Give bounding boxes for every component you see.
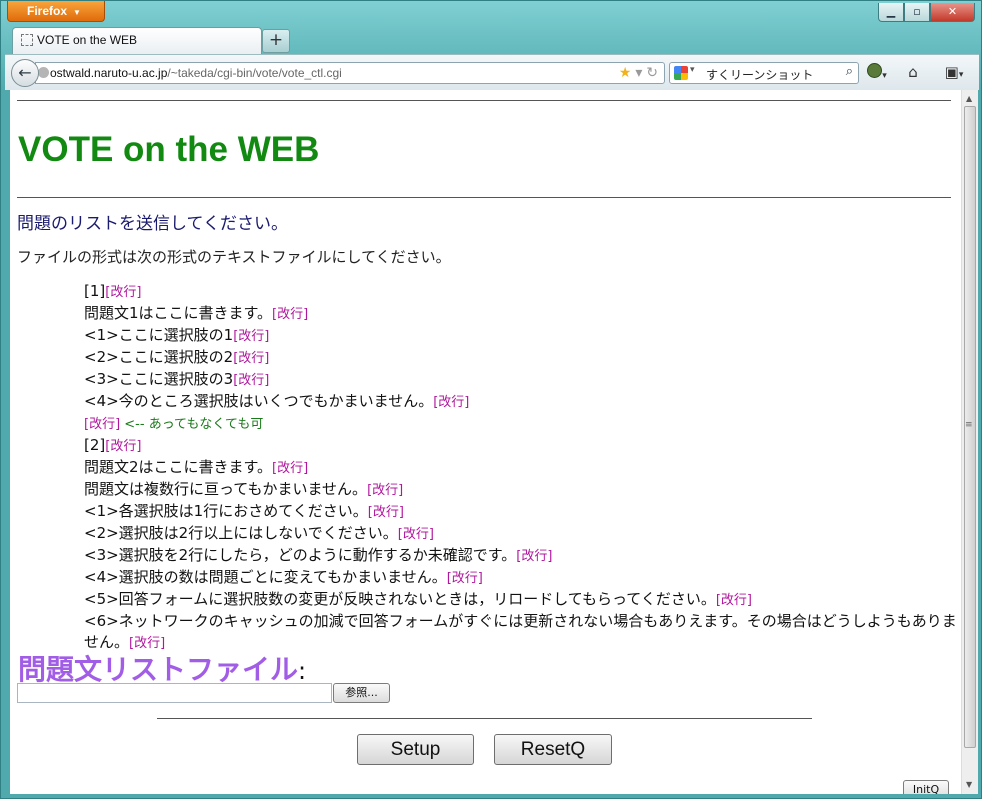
newline-marker: [改行] <box>272 307 309 322</box>
firefox-menu-button[interactable]: Firefox ▼ <box>7 1 105 22</box>
newline-marker: [改行] <box>233 329 270 344</box>
file-label: 問題文リストファイル: <box>18 653 307 686</box>
search-text: すくリーンショット <box>706 68 814 82</box>
sample-line: <5>回答フォームに選択肢数の変更が反映されないときは，リロードしてもらってくだ… <box>84 589 959 611</box>
maximize-button[interactable]: ▫ <box>904 3 930 22</box>
newline-marker: [改行] <box>105 285 142 300</box>
sample-line-text: 問題文1はここに書きます。 <box>84 304 273 322</box>
vertical-scrollbar[interactable]: ▲ ≡ ▼ <box>961 90 978 794</box>
page-title: VOTE on the WEB <box>18 130 320 169</box>
sample-format-block: [1][改行] 問題文1はここに書きます。[改行] <1>ここに選択肢の1[改行] <… <box>84 281 959 654</box>
dropdown-icon[interactable]: ▾ <box>635 64 642 80</box>
browser-window: Firefox ▼ ▁ ▫ ✕ VOTE on the WEB + ostwald… <box>0 0 982 799</box>
sample-line: [2][改行] <box>84 435 959 457</box>
newline-marker: [改行] <box>105 439 142 454</box>
sample-line: <2>選択肢は2行以上にはしないでください。[改行] <box>84 523 959 545</box>
url-host: ostwald.naruto-u.ac.jp <box>50 66 168 80</box>
scroll-up-icon[interactable]: ▲ <box>966 94 972 103</box>
sample-line: [改行] <-- あってもなくても可 <box>84 413 959 435</box>
url-bar[interactable]: ostwald.naruto-u.ac.jp/~takeda/cgi-bin/v… <box>35 62 665 84</box>
format-description: ファイルの形式は次の形式のテキストファイルにしてください。 <box>17 248 451 266</box>
sample-line-text: <3>ここに選択肢の3 <box>84 370 234 388</box>
sample-line: <2>ここに選択肢の2[改行] <box>84 347 959 369</box>
newline-marker: [改行] <box>397 527 434 542</box>
sample-line: <3>選択肢を2行にしたら，どのように動作するか未確認です。[改行] <box>84 545 959 567</box>
sample-line: <4>選択肢の数は問題ごとに変えてもかまいません。[改行] <box>84 567 959 589</box>
tab-label: VOTE on the WEB <box>37 33 138 47</box>
initq-button[interactable]: InitQ <box>903 780 949 794</box>
search-input[interactable]: ▾ すくリーンショット ⌕ <box>669 62 859 84</box>
addon-icon[interactable]: ▾ <box>865 63 889 83</box>
sample-line-text: <6>ネットワークのキャッシュの加減で回答フォームがすぐには更新されない場合もあ… <box>84 612 957 651</box>
sample-line-text: <2>ここに選択肢の2 <box>84 348 234 366</box>
newline-marker: [改行] <box>233 373 270 388</box>
sample-line-text: <4>今のところ選択肢はいくつでもかまいません。 <box>84 392 434 410</box>
url-path: /~takeda/cgi-bin/vote/vote_ctl.cgi <box>167 66 342 80</box>
sample-line: <4>今のところ選択肢はいくつでもかまいません。[改行] <box>84 391 959 413</box>
divider <box>17 197 951 198</box>
close-window-button[interactable]: ✕ <box>930 3 975 22</box>
newline-marker: [改行] <box>272 461 309 476</box>
google-icon[interactable] <box>674 66 688 80</box>
new-tab-button[interactable]: + <box>262 29 290 53</box>
browse-button[interactable]: 参照... <box>333 683 390 703</box>
resetq-button[interactable]: ResetQ <box>494 734 612 765</box>
setup-button[interactable]: Setup <box>357 734 474 765</box>
search-icon[interactable]: ⌕ <box>846 64 853 79</box>
sample-line-text: <2>選択肢は2行以上にはしないでください。 <box>84 524 398 542</box>
search-engine-dropdown-icon[interactable]: ▾ <box>690 65 695 75</box>
tab-vote[interactable]: VOTE on the WEB <box>12 27 262 55</box>
sample-line: 問題文2はここに書きます。[改行] <box>84 457 959 479</box>
sample-line-text: [1] <box>84 282 106 300</box>
sample-line-text: <4>選択肢の数は問題ごとに変えてもかまいません。 <box>84 568 447 586</box>
divider <box>17 100 951 101</box>
home-icon[interactable]: ⌂ <box>903 63 923 83</box>
sample-line: <1>各選択肢は1行におさめてください。[改行] <box>84 501 959 523</box>
newline-marker: [改行] <box>84 417 121 432</box>
newline-marker: [改行] <box>715 593 752 608</box>
globe-icon <box>38 67 49 78</box>
subheading: 問題のリストを送信してください。 <box>17 214 288 234</box>
chevron-down-icon: ▼ <box>73 8 81 17</box>
newline-marker: [改行] <box>367 505 404 520</box>
reload-icon[interactable]: ↻ <box>646 64 658 80</box>
sample-line-text: <1>ここに選択肢の1 <box>84 326 234 344</box>
sample-line: 問題文1はここに書きます。[改行] <box>84 303 959 325</box>
divider <box>157 718 812 719</box>
newline-marker: [改行] <box>446 571 483 586</box>
optional-note: <-- あってもなくても可 <box>120 417 264 432</box>
scroll-grip-icon: ≡ <box>965 420 973 430</box>
newline-marker: [改行] <box>516 549 553 564</box>
bookmark-star-icon[interactable]: ★ <box>619 64 632 80</box>
sample-line: [1][改行] <box>84 281 959 303</box>
sample-line-text: 問題文は複数行に亘ってもかまいません。 <box>84 480 368 498</box>
file-path-input[interactable] <box>17 683 332 703</box>
sample-line: <3>ここに選択肢の3[改行] <box>84 369 959 391</box>
minimize-button[interactable]: ▁ <box>878 3 904 22</box>
newline-marker: [改行] <box>433 395 470 410</box>
scroll-down-icon[interactable]: ▼ <box>966 780 972 789</box>
sample-line: 問題文は複数行に亘ってもかまいません。[改行] <box>84 479 959 501</box>
page-icon <box>21 34 33 46</box>
back-button[interactable]: ← <box>11 59 39 87</box>
bookmarks-menu-icon[interactable]: ▣▾ <box>939 63 969 83</box>
sample-line: <1>ここに選択肢の1[改行] <box>84 325 959 347</box>
newline-marker: [改行] <box>233 351 270 366</box>
url-actions: ★ ▾ ↻ <box>619 64 658 81</box>
sample-line-text: [2] <box>84 436 106 454</box>
navigation-toolbar: ostwald.naruto-u.ac.jp/~takeda/cgi-bin/v… <box>5 54 979 90</box>
newline-marker: [改行] <box>367 483 404 498</box>
sample-line-text: <5>回答フォームに選択肢数の変更が反映されないときは，リロードしてもらってくだ… <box>84 590 716 608</box>
page-content: VOTE on the WEB 問題のリストを送信してください。 ファイルの形式… <box>10 90 961 794</box>
sample-line-text: 問題文2はここに書きます。 <box>84 458 273 476</box>
sample-line-text: <1>各選択肢は1行におさめてください。 <box>84 502 368 520</box>
sample-line-text: <3>選択肢を2行にしたら，どのように動作するか未確認です。 <box>84 546 517 564</box>
